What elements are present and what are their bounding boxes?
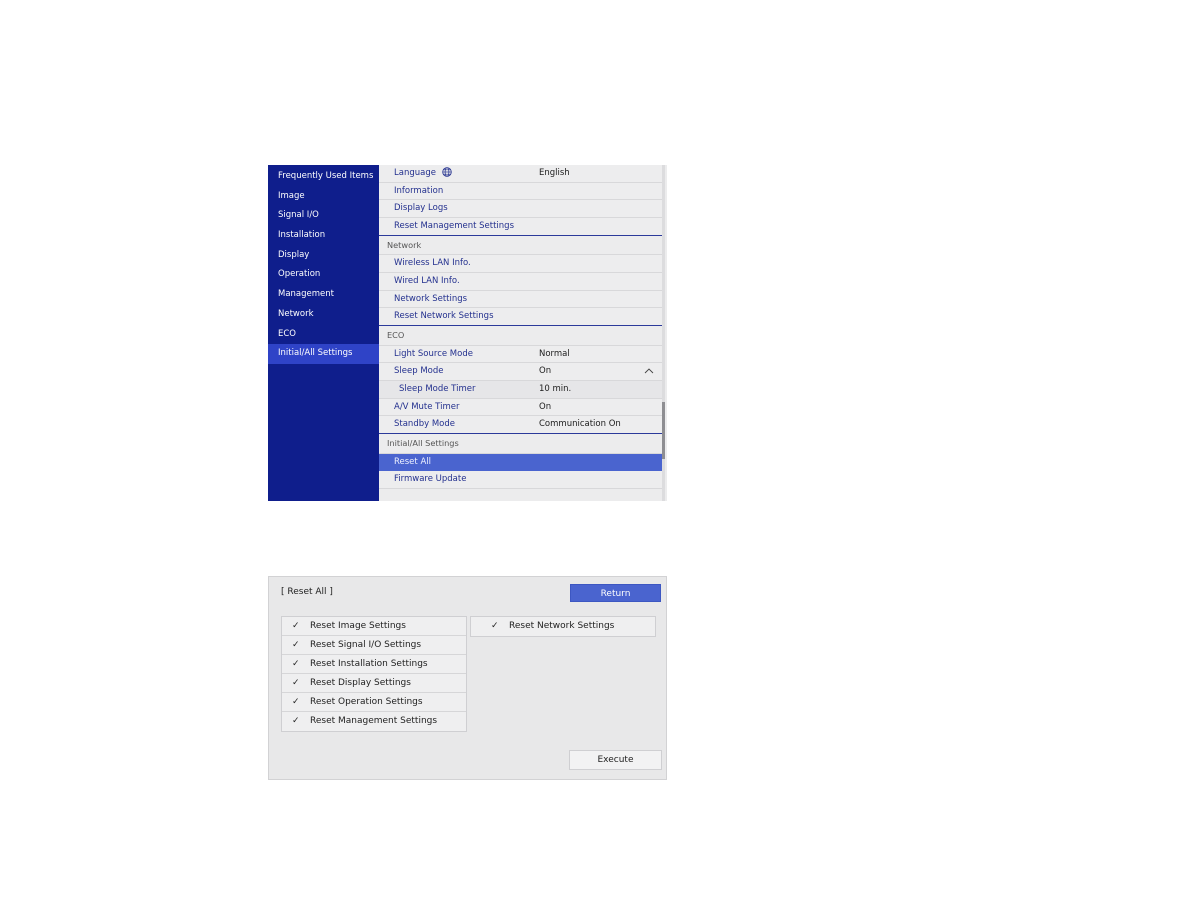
setting-row-reset-all[interactable]: Reset All <box>379 453 662 472</box>
setting-label: Network Settings <box>394 293 468 304</box>
language-label: Language <box>394 168 436 178</box>
setting-row-firmware-update[interactable]: Firmware Update <box>379 471 662 490</box>
sidebar-item-management[interactable]: Management <box>268 285 379 305</box>
setting-value: English <box>539 168 570 178</box>
setting-label: Reset Network Settings <box>394 311 494 322</box>
sidebar-item-network[interactable]: Network <box>268 305 379 325</box>
sidebar-item-initial-all-settings[interactable]: Initial/All Settings <box>268 344 379 364</box>
dialog-title: [ Reset All ] <box>281 587 333 597</box>
setting-label: Firmware Update <box>394 474 467 485</box>
setting-label: Display Logs <box>394 203 448 214</box>
sidebar: Frequently Used Items Image Signal I/O I… <box>268 165 379 501</box>
reset-option-label: Reset Operation Settings <box>310 697 423 707</box>
setting-value: On <box>539 401 552 412</box>
projector-menu-screen: Frequently Used Items Image Signal I/O I… <box>268 165 667 501</box>
setting-label: Sleep Mode <box>394 366 444 377</box>
setting-label: Standby Mode <box>394 419 456 430</box>
reset-option-label: Reset Management Settings <box>310 716 438 726</box>
setting-row-network-settings[interactable]: Network Settings <box>379 290 662 309</box>
setting-label: Wireless LAN Info. <box>394 258 471 269</box>
setting-row-language[interactable]: Language English <box>379 165 662 183</box>
reset-option-image[interactable]: ✓ Reset Image Settings <box>282 617 466 636</box>
sidebar-item-installation[interactable]: Installation <box>268 226 379 246</box>
sidebar-item-operation[interactable]: Operation <box>268 265 379 285</box>
setting-row-reset-management-settings[interactable]: Reset Management Settings <box>379 218 662 236</box>
scrollbar-thumb[interactable] <box>662 402 665 459</box>
reset-option-label: Reset Image Settings <box>310 621 406 631</box>
setting-row-wireless-lan-info[interactable]: Wireless LAN Info. <box>379 255 662 274</box>
reset-option-operation[interactable]: ✓ Reset Operation Settings <box>282 693 466 712</box>
execute-button[interactable]: Execute <box>569 750 662 770</box>
reset-option-display[interactable]: ✓ Reset Display Settings <box>282 674 466 693</box>
setting-label: Wired LAN Info. <box>394 276 460 287</box>
sidebar-item-signal-io[interactable]: Signal I/O <box>268 206 379 226</box>
setting-row-light-source-mode[interactable]: Light Source Mode Normal <box>379 345 662 364</box>
check-icon: ✓ <box>292 678 300 688</box>
setting-row-sleep-mode[interactable]: Sleep Mode On <box>379 363 662 382</box>
setting-label: Sleep Mode Timer <box>399 384 476 395</box>
reset-option-label: Reset Signal I/O Settings <box>310 640 422 650</box>
settings-content: Language English Information Display Log… <box>379 165 667 501</box>
setting-label: A/V Mute Timer <box>394 401 460 412</box>
sidebar-item-eco[interactable]: ECO <box>268 325 379 345</box>
setting-row-reset-network-settings[interactable]: Reset Network Settings <box>379 308 662 327</box>
setting-row-standby-mode[interactable]: Standby Mode Communication On <box>379 416 662 435</box>
check-icon: ✓ <box>292 621 300 631</box>
sidebar-item-frequently-used[interactable]: Frequently Used Items <box>268 167 379 187</box>
reset-option-signal-io[interactable]: ✓ Reset Signal I/O Settings <box>282 636 466 655</box>
reset-option-installation[interactable]: ✓ Reset Installation Settings <box>282 655 466 674</box>
reset-option-label: Reset Display Settings <box>310 678 411 688</box>
reset-option-label: Reset Installation Settings <box>310 659 428 669</box>
setting-value: 10 min. <box>539 384 572 395</box>
setting-value: On <box>539 366 552 377</box>
return-button[interactable]: Return <box>570 584 661 602</box>
reset-option-management[interactable]: ✓ Reset Management Settings <box>282 712 466 731</box>
setting-row-av-mute-timer[interactable]: A/V Mute Timer On <box>379 398 662 417</box>
check-icon: ✓ <box>292 716 300 726</box>
reset-options-left: ✓ Reset Image Settings ✓ Reset Signal I/… <box>281 616 467 732</box>
sidebar-item-image[interactable]: Image <box>268 187 379 207</box>
setting-value: Communication On <box>539 419 621 430</box>
scrollbar[interactable] <box>662 165 665 501</box>
reset-option-label: Reset Network Settings <box>509 621 615 631</box>
sidebar-item-display[interactable]: Display <box>268 246 379 266</box>
setting-label: Reset Management Settings <box>394 221 515 232</box>
setting-row-wired-lan-info[interactable]: Wired LAN Info. <box>379 273 662 291</box>
section-header-initial-all-settings: Initial/All Settings <box>379 434 662 454</box>
check-icon: ✓ <box>292 659 300 669</box>
setting-label: Light Source Mode <box>394 348 473 359</box>
setting-label: Reset All <box>394 456 431 467</box>
check-icon: ✓ <box>292 640 300 650</box>
reset-all-dialog: [ Reset All ] Return ✓ Reset Image Setti… <box>268 576 667 780</box>
setting-row-sleep-mode-timer[interactable]: Sleep Mode Timer 10 min. <box>379 381 662 399</box>
setting-label: Information <box>394 185 444 196</box>
chevron-up-icon[interactable] <box>644 363 654 381</box>
reset-options-right: ✓ Reset Network Settings <box>470 616 656 637</box>
check-icon: ✓ <box>491 621 499 631</box>
section-header-network: Network <box>379 235 662 256</box>
reset-option-network[interactable]: ✓ Reset Network Settings <box>471 617 655 636</box>
section-header-eco: ECO <box>379 326 662 346</box>
settings-list: Language English Information Display Log… <box>379 165 662 490</box>
setting-row-information[interactable]: Information <box>379 182 662 201</box>
setting-value: Normal <box>539 348 570 359</box>
setting-row-display-logs[interactable]: Display Logs <box>379 200 662 219</box>
check-icon: ✓ <box>292 697 300 707</box>
